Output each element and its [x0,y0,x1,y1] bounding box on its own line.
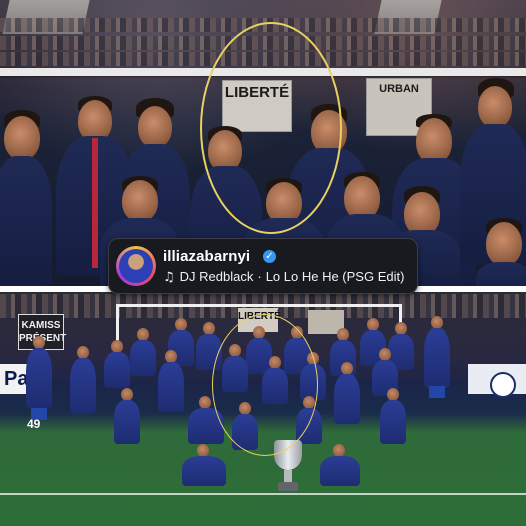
separator: · [257,269,262,284]
pitch-line [0,493,526,495]
story-ring [116,246,156,286]
music-sticker[interactable]: illiazabarnyi ✓ ♫ DJ Redblack · Lo Lo He He… [108,238,418,294]
username[interactable]: illiazabarnyi [163,248,250,265]
music-note-icon: ♫ [163,270,175,285]
verified-badge-icon: ✓ [263,250,276,263]
song-title: Lo Lo He He (PSG Edit) [265,269,405,284]
bottom-team-photo: KAMISS PRÉSENT LIBERTÉ Pari 49 [0,292,526,526]
jersey-number: 49 [27,417,41,431]
highlight-ellipse [200,22,342,234]
song-info[interactable]: ♫ DJ Redblack · Lo Lo He He (PSG Edit) [163,269,404,285]
artist-name: DJ Redblack [179,269,254,284]
highlight-ellipse [212,314,318,456]
avatar[interactable] [119,249,153,283]
football-icon [490,372,516,398]
